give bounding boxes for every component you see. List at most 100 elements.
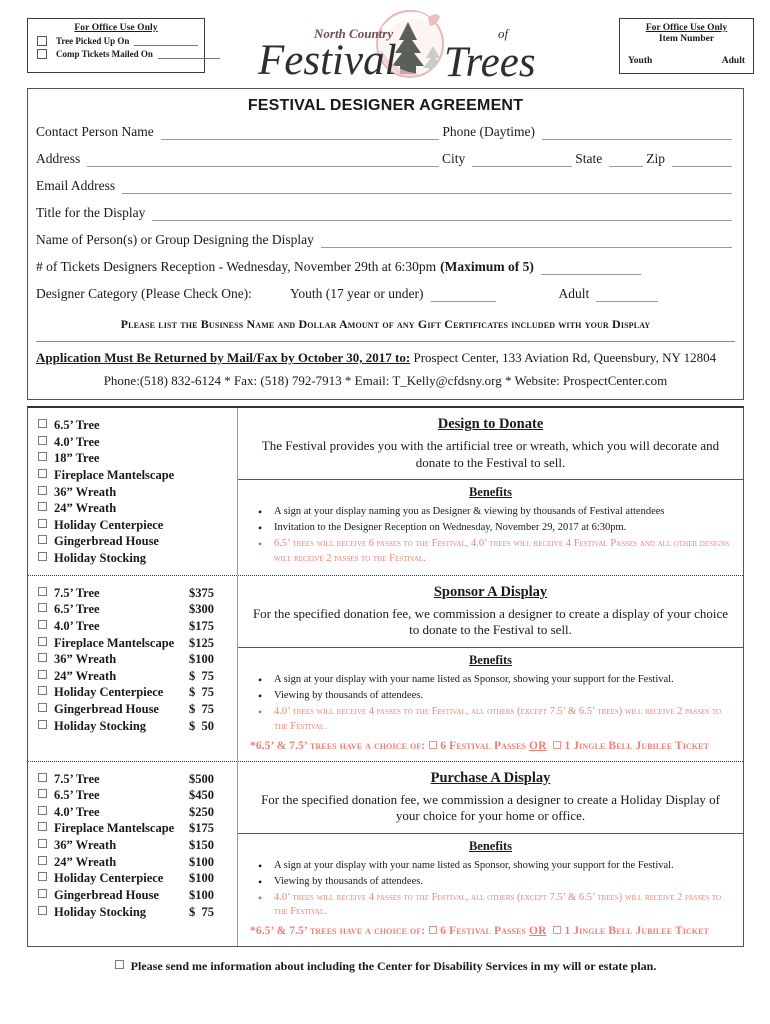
option-label: Fireplace Mantelscape — [54, 821, 175, 836]
checkbox-tree-picked-up[interactable] — [37, 36, 47, 46]
option-row[interactable]: 36” Wreath $100 — [34, 651, 231, 668]
checkbox-option[interactable] — [38, 636, 47, 646]
checkbox-option[interactable] — [38, 905, 47, 915]
checkbox-option[interactable] — [38, 485, 47, 495]
option-row[interactable]: Fireplace Mantelscape $125 — [34, 635, 231, 652]
checkbox-option[interactable] — [38, 789, 47, 799]
checkbox-option[interactable] — [38, 805, 47, 815]
option-row[interactable]: 6.5’ Tree — [34, 417, 231, 434]
option-row[interactable]: Gingerbread House — [34, 533, 231, 550]
checkbox-festival-passes[interactable] — [429, 926, 438, 935]
option-price: $300 — [189, 602, 214, 617]
svg-text:Trees: Trees — [444, 39, 536, 86]
checkbox-option[interactable] — [38, 686, 47, 696]
city-label: City — [441, 151, 466, 166]
write-in-line[interactable] — [134, 37, 198, 46]
option-row[interactable]: Gingerbread House $ 75 — [34, 701, 231, 718]
panel-content-purchase-a-display: Purchase A Display For the specified dona… — [238, 762, 743, 947]
checkbox-festival-passes[interactable] — [429, 740, 438, 749]
checkbox-option[interactable] — [38, 822, 47, 832]
row-email: Email Address — [28, 178, 743, 194]
checkbox-option[interactable] — [38, 872, 47, 882]
option-price: $ 75 — [189, 702, 214, 716]
checkbox-option[interactable] — [38, 719, 47, 729]
option-label: Fireplace Mantelscape — [54, 467, 175, 482]
benefits-title: Benefits — [468, 652, 513, 667]
option-row[interactable]: 18” Tree — [34, 450, 231, 467]
checkbox-option[interactable] — [38, 468, 47, 478]
state-label: State — [575, 151, 603, 166]
option-row[interactable]: Fireplace Mantelscape $175 — [34, 820, 231, 837]
display-title-input[interactable] — [152, 207, 732, 221]
option-row[interactable]: Fireplace Mantelscape — [34, 467, 231, 484]
option-row[interactable]: 4.0’ Tree — [34, 434, 231, 451]
checkbox-option[interactable] — [38, 419, 47, 428]
option-row[interactable]: 36” Wreath $150 — [34, 837, 231, 854]
category-youth-input[interactable] — [430, 288, 496, 302]
category-adult-input[interactable] — [596, 288, 659, 302]
option-row[interactable]: Holiday Stocking — [34, 550, 231, 567]
address-input[interactable] — [87, 153, 439, 167]
option-row[interactable]: Holiday Centerpiece $ 75 — [34, 684, 231, 701]
checkbox-option[interactable] — [38, 653, 47, 663]
option-row[interactable]: Gingerbread House $100 — [34, 887, 231, 904]
option-row[interactable]: 6.5’ Tree $300 — [34, 601, 231, 618]
reception-tickets-input[interactable] — [540, 261, 641, 275]
option-row[interactable]: Holiday Centerpiece $100 — [34, 870, 231, 887]
option-label: 24” Wreath — [54, 501, 117, 516]
option-row[interactable]: 4.0’ Tree $250 — [34, 804, 231, 821]
option-row[interactable]: Holiday Centerpiece — [34, 517, 231, 534]
checkbox-option[interactable] — [38, 502, 47, 512]
reception-maximum-note: (Maximum of 5) — [440, 259, 534, 274]
option-row[interactable]: 24” Wreath — [34, 500, 231, 517]
option-row[interactable]: Holiday Stocking $ 50 — [34, 718, 231, 735]
option-row[interactable]: 4.0’ Tree $175 — [34, 618, 231, 635]
checkbox-jingle-bell-ticket[interactable] — [553, 926, 562, 935]
checkbox-option[interactable] — [38, 772, 47, 782]
checkbox-option[interactable] — [38, 586, 47, 596]
option-price: $450 — [189, 788, 214, 803]
for-office-use-box-right: For Office Use Only Item Number Youth Ad… — [619, 18, 754, 74]
option-price: $ 75 — [189, 685, 214, 700]
choice-option-a: 6 Festival Passes — [440, 739, 527, 752]
contact-person-input[interactable] — [160, 126, 440, 140]
checkbox-option[interactable] — [38, 855, 47, 865]
email-input[interactable] — [122, 180, 732, 194]
designer-group-input[interactable] — [320, 234, 732, 248]
checkbox-option[interactable] — [38, 619, 47, 629]
option-row[interactable]: 24” Wreath $100 — [34, 854, 231, 871]
checkbox-option[interactable] — [38, 703, 47, 712]
option-row[interactable]: 24” Wreath $ 75 — [34, 668, 231, 685]
city-input[interactable] — [472, 153, 573, 167]
checkbox-comp-tickets-mailed[interactable] — [37, 49, 47, 59]
checkbox-option[interactable] — [38, 888, 47, 898]
checkbox-option[interactable] — [38, 669, 47, 679]
checkbox-jingle-bell-ticket[interactable] — [553, 740, 562, 749]
phone-label: Phone (Daytime) — [442, 124, 535, 139]
option-row[interactable]: 7.5’ Tree $375 — [34, 585, 231, 602]
svg-text:Festival: Festival — [257, 37, 397, 84]
checkbox-option[interactable] — [38, 839, 47, 848]
checkbox-option[interactable] — [38, 552, 47, 561]
office-row-tree-picked-up: Tree Picked Up On — [34, 36, 198, 46]
checkbox-estate-plan-info[interactable] — [114, 960, 124, 969]
option-row[interactable]: 36” Wreath — [34, 484, 231, 501]
option-row[interactable]: Holiday Stocking $ 75 — [34, 904, 231, 921]
for-office-use-box-left: For Office Use Only Tree Picked Up On Co… — [27, 18, 220, 73]
phone-input[interactable] — [542, 126, 732, 140]
benefit-item: A sign at your display naming you as Des… — [258, 504, 733, 521]
checkbox-option[interactable] — [38, 435, 47, 445]
zip-input[interactable] — [672, 153, 732, 167]
write-in-line[interactable] — [157, 50, 220, 59]
option-row[interactable]: 6.5’ Tree $450 — [34, 787, 231, 804]
row-contact-and-phone: Contact Person Name Phone (Daytime) — [28, 124, 743, 140]
option-label: Fireplace Mantelscape — [54, 635, 175, 650]
contact-person-label: Contact Person Name — [36, 124, 154, 139]
state-input[interactable] — [609, 153, 644, 167]
checkbox-option[interactable] — [38, 603, 47, 613]
checkbox-option[interactable] — [38, 518, 47, 528]
option-row[interactable]: 7.5’ Tree $500 — [34, 771, 231, 788]
checkbox-option[interactable] — [38, 535, 47, 545]
checkbox-option[interactable] — [38, 452, 47, 462]
item-box-categories: Youth Adult — [628, 56, 745, 66]
